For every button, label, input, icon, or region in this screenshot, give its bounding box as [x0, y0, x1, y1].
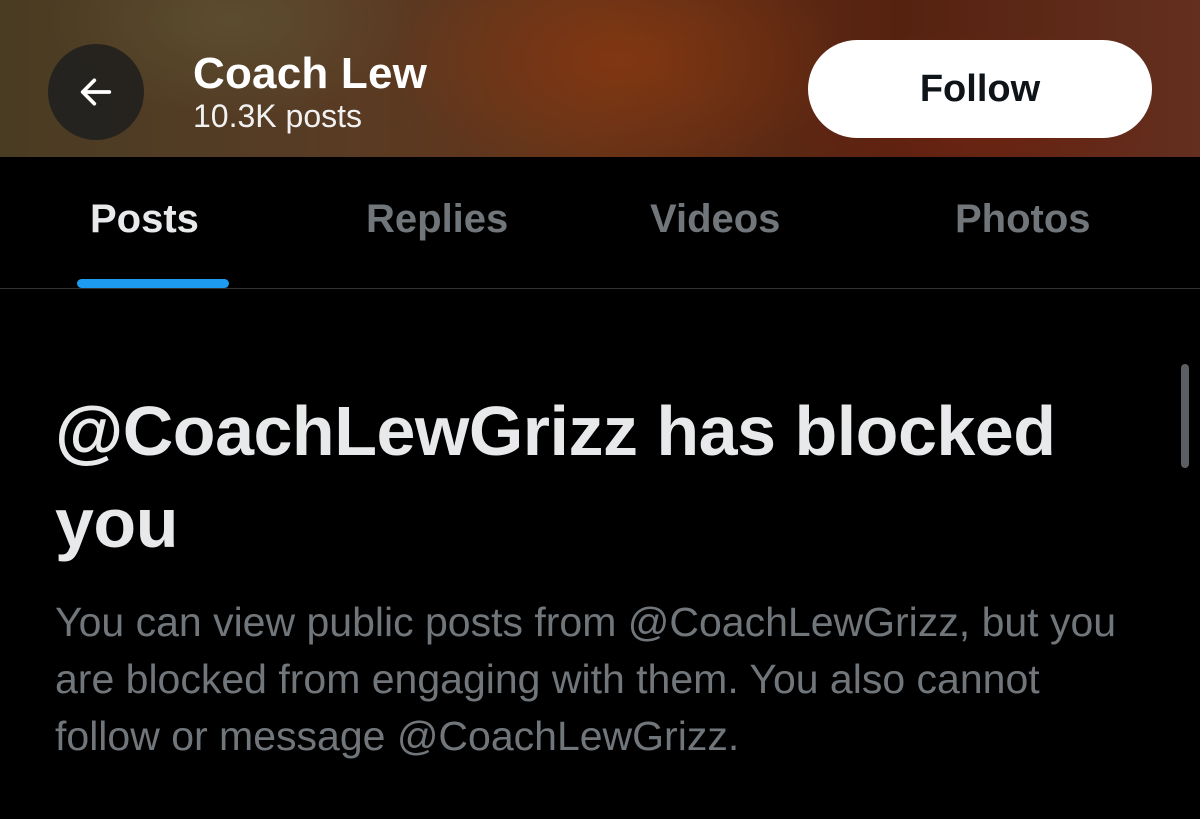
active-tab-indicator	[77, 279, 229, 288]
tab-replies[interactable]: Replies	[366, 197, 508, 242]
post-count: 10.3K posts	[193, 98, 362, 134]
blocked-headline: @CoachLewGrizz has blocked you	[55, 392, 1056, 562]
back-button[interactable]	[48, 44, 144, 140]
follow-button[interactable]: Follow	[808, 40, 1152, 138]
profile-name: Coach Lew	[193, 49, 428, 98]
blocked-message: You can view public posts from @CoachLew…	[55, 599, 1117, 759]
scrollbar[interactable]	[1181, 364, 1189, 468]
tab-videos[interactable]: Videos	[650, 197, 780, 242]
profile-tabs: Posts Replies Videos Photos	[0, 157, 1200, 289]
profile-title-block: Coach Lew 10.3K posts	[193, 49, 428, 135]
tab-posts[interactable]: Posts	[90, 197, 199, 242]
arrow-left-icon	[80, 78, 112, 106]
profile-header-banner: Coach Lew 10.3K posts Follow	[0, 0, 1200, 157]
tab-photos[interactable]: Photos	[955, 197, 1091, 242]
